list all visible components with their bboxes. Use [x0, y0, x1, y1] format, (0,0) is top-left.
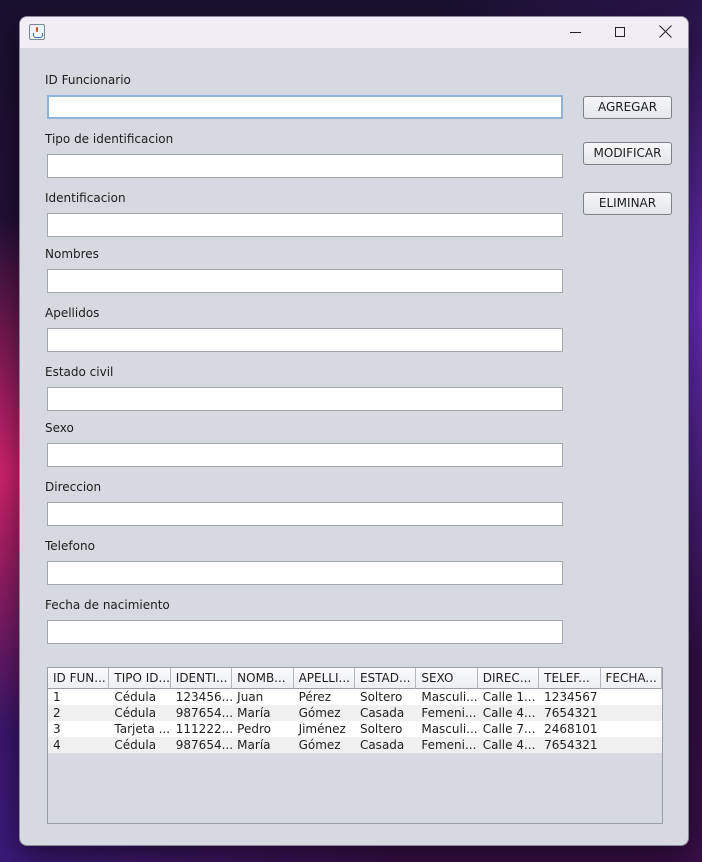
- apellidos-field[interactable]: [47, 328, 563, 352]
- agregar-button[interactable]: AGREGAR: [583, 96, 672, 119]
- table-cell: Cédula: [114, 706, 157, 720]
- label-telefono: Telefono: [45, 539, 95, 553]
- table-row[interactable]: 4 Cédula 987654... María Gómez Casada Fe…: [48, 737, 662, 753]
- table-cell: 2: [53, 706, 61, 720]
- table-cell: 1234567: [544, 690, 598, 704]
- close-icon: [659, 24, 673, 38]
- table-cell: Gómez: [298, 706, 341, 720]
- table-cell: Cédula: [114, 690, 157, 704]
- label-tipo-identificacion: Tipo de identificacion: [45, 132, 174, 146]
- title-bar: [20, 17, 688, 48]
- maximize-button[interactable]: [597, 17, 643, 48]
- label-nombres: Nombres: [45, 247, 99, 261]
- label-id-funcionario: ID Funcionario: [45, 73, 131, 87]
- table-cell: María: [237, 706, 271, 720]
- table-cell: Femeni...: [421, 738, 477, 752]
- nombres-field[interactable]: [47, 269, 563, 293]
- table-cell: Masculi...: [421, 722, 478, 736]
- table-row[interactable]: 3 Tarjeta ... 111222... Pedro Jiménez So…: [48, 721, 662, 737]
- column-header[interactable]: IDENTI...: [171, 668, 233, 689]
- minimize-icon: [570, 32, 581, 33]
- table-cell: Juan: [237, 690, 264, 704]
- table-cell: Calle 7...: [482, 722, 536, 736]
- table-cell: Calle 4...: [482, 706, 536, 720]
- minimize-button[interactable]: [552, 17, 598, 48]
- app-window: ID Funcionario Tipo de identificacion Id…: [19, 16, 689, 846]
- table-cell: 987654...: [175, 738, 233, 752]
- table-cell: Tarjeta ...: [114, 722, 171, 736]
- table-cell: Casada: [359, 706, 405, 720]
- column-header[interactable]: FECHA...: [601, 668, 662, 689]
- sexo-field[interactable]: [47, 443, 563, 467]
- table-cell: Gómez: [298, 738, 341, 752]
- table-cell: Jiménez: [298, 722, 346, 736]
- label-sexo: Sexo: [45, 421, 74, 435]
- table-cell: Casada: [359, 738, 405, 752]
- column-header[interactable]: SEXO: [416, 668, 478, 689]
- identificacion-field[interactable]: [47, 213, 563, 237]
- maximize-icon: [615, 27, 625, 37]
- table-cell: [601, 705, 662, 721]
- table-cell: Soltero: [359, 722, 403, 736]
- table-cell: Cédula: [114, 738, 157, 752]
- table-header: ID FUN... TIPO ID... IDENTI... NOMB... A…: [48, 668, 662, 689]
- column-header[interactable]: TIPO ID...: [109, 668, 171, 689]
- table-cell: [601, 721, 662, 737]
- estado-civil-field[interactable]: [47, 387, 563, 411]
- id-funcionario-field[interactable]: [47, 95, 563, 119]
- close-button[interactable]: [643, 17, 688, 48]
- java-app-icon[interactable]: [29, 24, 45, 40]
- table-cell: [601, 737, 662, 753]
- label-apellidos: Apellidos: [45, 306, 100, 320]
- telefono-field[interactable]: [47, 561, 563, 585]
- table-row[interactable]: 2 Cédula 987654... María Gómez Casada Fe…: [48, 705, 662, 721]
- label-fecha-nacimiento: Fecha de nacimiento: [45, 598, 170, 612]
- table-cell: 987654...: [175, 706, 233, 720]
- column-header[interactable]: ID FUN...: [48, 668, 110, 689]
- column-header[interactable]: APELLI...: [294, 668, 355, 689]
- label-identificacion: Identificacion: [45, 191, 126, 205]
- fecha-nacimiento-field[interactable]: [47, 620, 563, 644]
- table-cell: Calle 4...: [482, 738, 536, 752]
- table-cell: 2468101: [544, 722, 598, 736]
- table-row[interactable]: 1 Cédula 123456... Juan Pérez Soltero Ma…: [48, 689, 662, 705]
- funcionarios-table[interactable]: ID FUN... TIPO ID... IDENTI... NOMB... A…: [47, 667, 663, 824]
- column-header[interactable]: DIREC...: [478, 668, 540, 689]
- column-header[interactable]: TELEF...: [539, 668, 601, 689]
- table-cell: 1: [53, 690, 61, 704]
- table-cell: 7654321: [544, 738, 598, 752]
- table-cell: 111222...: [175, 722, 233, 736]
- table-cell: 7654321: [544, 706, 598, 720]
- label-estado-civil: Estado civil: [45, 365, 114, 379]
- modificar-button[interactable]: MODIFICAR: [583, 142, 672, 165]
- table-cell: [601, 689, 662, 705]
- eliminar-button[interactable]: ELIMINAR: [583, 192, 672, 215]
- table-cell: Calle 1...: [482, 690, 536, 704]
- table-cell: 4: [53, 738, 61, 752]
- table-cell: Masculi...: [421, 690, 478, 704]
- column-header[interactable]: NOMB...: [232, 668, 294, 689]
- table-cell: Pérez: [298, 690, 332, 704]
- table-cell: Pedro: [237, 722, 271, 736]
- table-cell: Soltero: [359, 690, 403, 704]
- column-header[interactable]: ESTAD...: [355, 668, 417, 689]
- table-cell: 3: [53, 722, 61, 736]
- table-cell: 123456...: [175, 690, 233, 704]
- direccion-field[interactable]: [47, 502, 563, 526]
- table-body: 1 Cédula 123456... Juan Pérez Soltero Ma…: [48, 689, 662, 753]
- table-cell: María: [237, 738, 271, 752]
- tipo-identificacion-field[interactable]: [47, 154, 563, 178]
- table-cell: Femeni...: [421, 706, 477, 720]
- label-direccion: Direccion: [45, 480, 102, 494]
